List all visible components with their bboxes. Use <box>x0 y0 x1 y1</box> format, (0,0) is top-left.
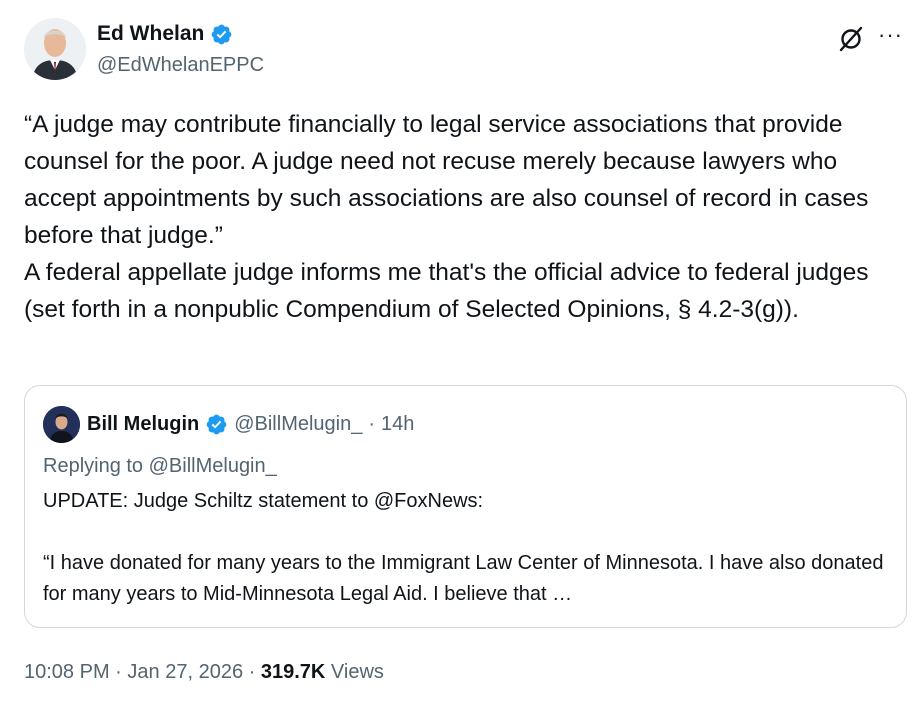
grok-icon[interactable] <box>838 26 864 52</box>
tweet-meta: 10:08 PM · Jan 27, 2026 · 319.7K Views <box>24 658 384 686</box>
more-options-icon[interactable]: ··· <box>878 22 903 48</box>
views-label: Views <box>330 661 384 683</box>
author-name-row[interactable]: Ed Whelan <box>97 20 233 48</box>
author-avatar[interactable] <box>24 18 86 80</box>
tweet-text: “A judge may contribute financially to l… <box>24 111 869 323</box>
verified-badge-icon <box>212 24 232 44</box>
quoted-tweet-header: Bill Melugin @BillMelugin_ · 14h <box>87 410 414 438</box>
quoted-tweet-text: UPDATE: Judge Schiltz statement to @FoxN… <box>43 490 884 605</box>
quoted-author-avatar[interactable] <box>43 406 80 443</box>
quoted-timestamp[interactable]: 14h <box>381 410 414 438</box>
author-avatar-image <box>24 18 86 80</box>
quoted-author-name[interactable]: Bill Melugin <box>87 410 199 438</box>
quoted-tweet-card[interactable]: Bill Melugin @BillMelugin_ · 14h Replyin… <box>24 385 907 628</box>
meta-separator: · <box>115 661 122 683</box>
verified-badge-icon <box>206 414 227 434</box>
author-handle[interactable]: @EdWhelanEPPC <box>97 54 264 77</box>
quoted-avatar-image <box>43 406 80 443</box>
tweet-date[interactable]: Jan 27, 2026 <box>127 661 243 683</box>
author-name[interactable]: Ed Whelan <box>97 20 204 48</box>
tweet-time[interactable]: 10:08 PM <box>24 661 110 683</box>
meta-separator: · <box>248 661 256 683</box>
views-count: 319.7K <box>260 661 326 683</box>
quoted-replying-to: Replying to @BillMelugin_ <box>43 455 277 477</box>
quoted-author-handle[interactable]: @BillMelugin_ <box>234 410 362 438</box>
quoted-separator: · <box>368 413 376 435</box>
